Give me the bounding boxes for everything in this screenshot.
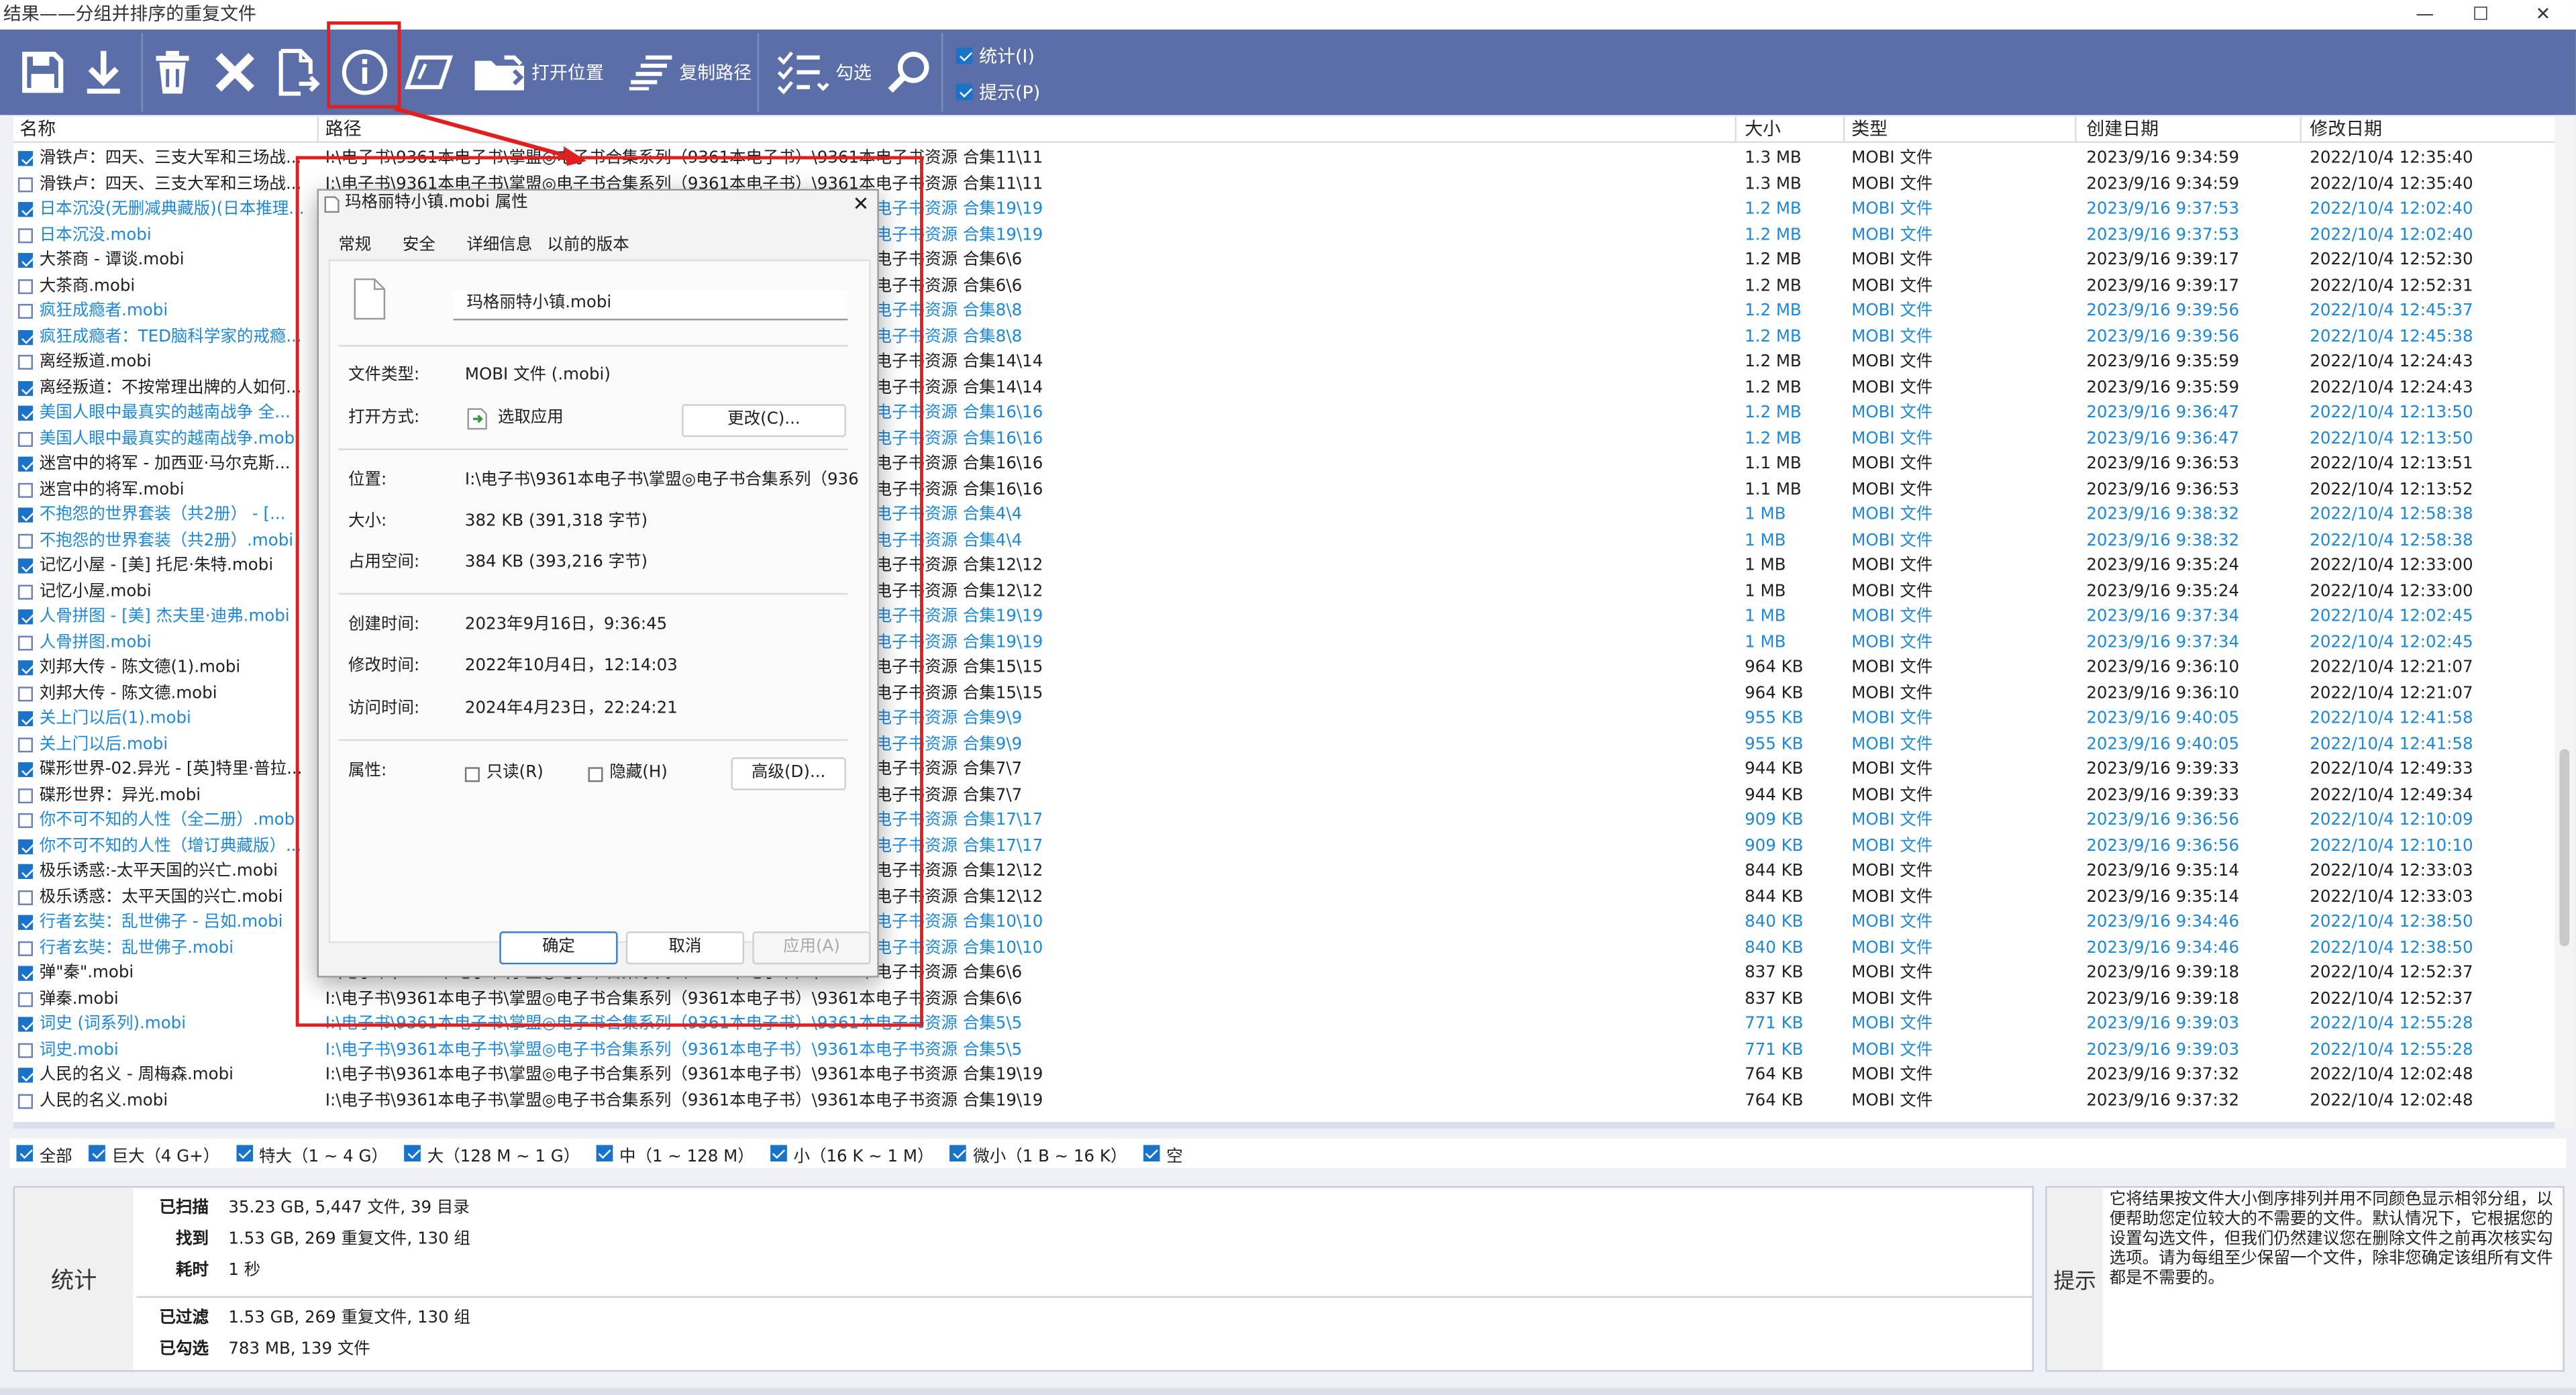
annotation-arrow-icon	[393, 106, 587, 166]
app-window: 结果——分组并排序的重复文件 — ☐ ✕ 打开位置 复制路径 勾选 统计(I) …	[0, 0, 2576, 1395]
